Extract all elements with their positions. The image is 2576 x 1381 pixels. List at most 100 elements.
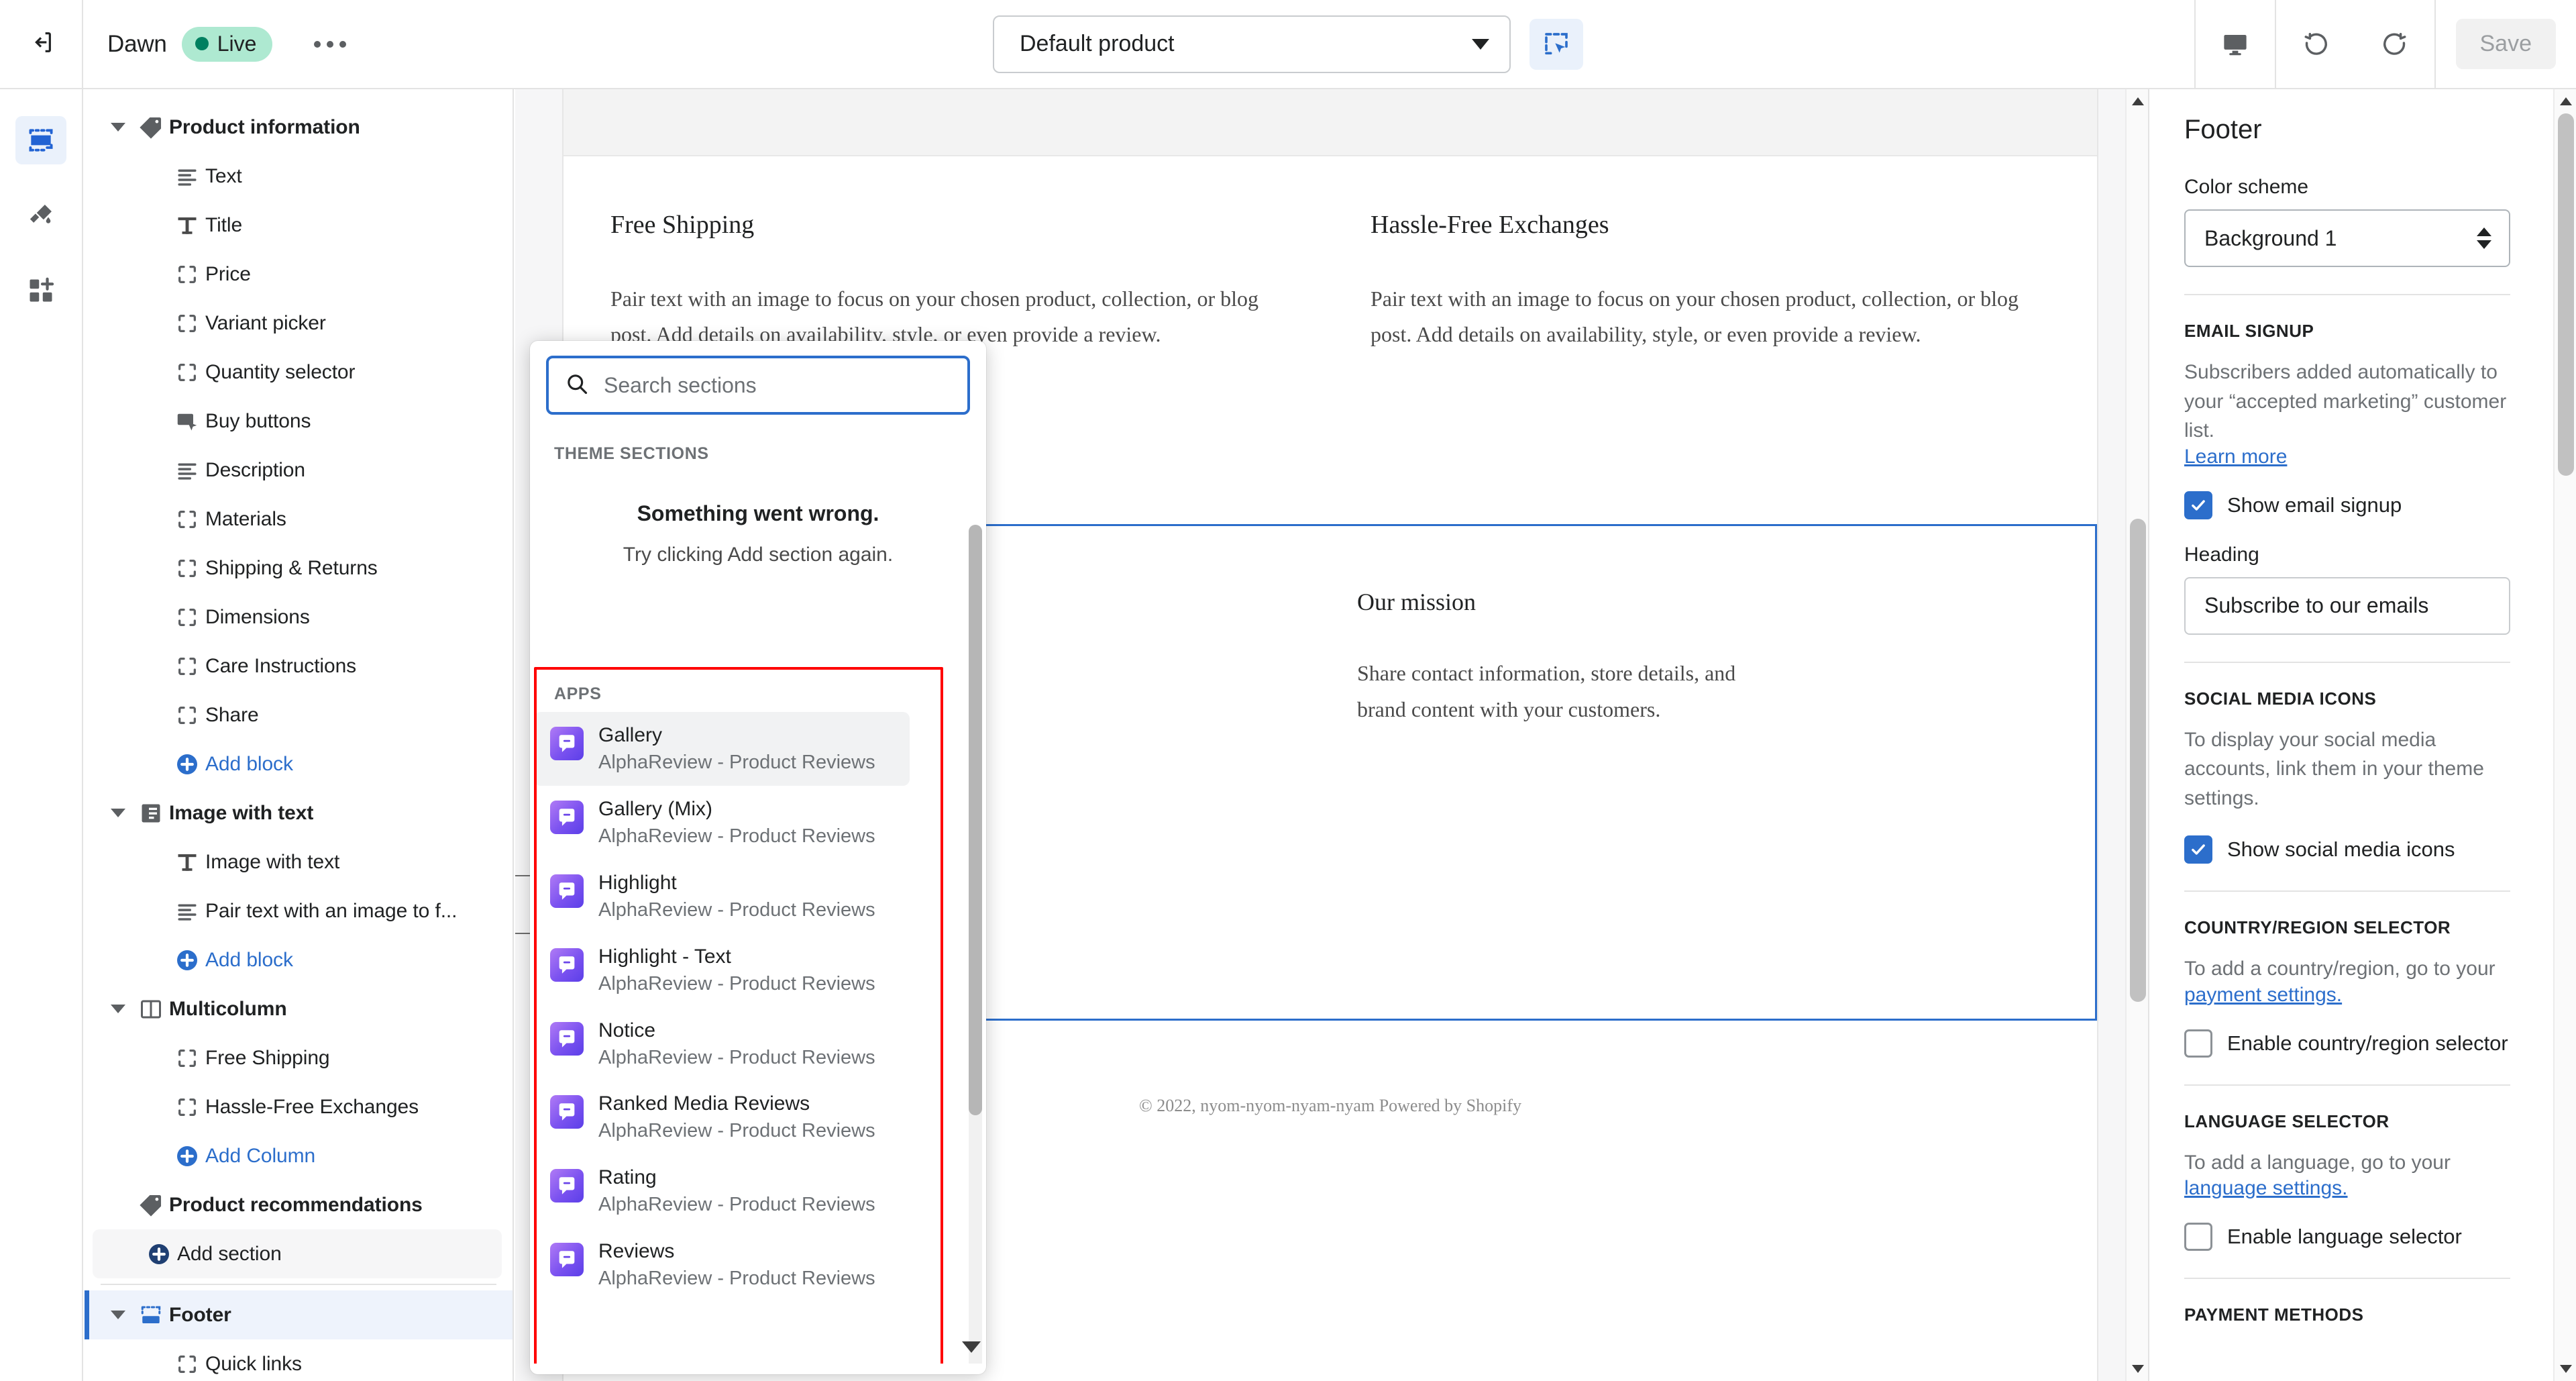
checkbox-label: Enable country/region selector <box>2227 1031 2508 1055</box>
enable-language-selector-checkbox[interactable]: Enable language selector <box>2184 1223 2510 1251</box>
popover-scroll-thumb[interactable] <box>969 525 982 1115</box>
sidebar-row-buy-buttons[interactable]: Buy buttons <box>85 397 513 446</box>
section-settings-panel: Footer Color scheme Background 1 EMAIL S… <box>2148 89 2576 1381</box>
sidebar-row-product-recommendations[interactable]: Product recommendations <box>85 1180 513 1229</box>
sidebar-row-hassle-free-exchanges[interactable]: Hassle-Free Exchanges <box>85 1082 513 1131</box>
sidebar-row-text[interactable]: Text <box>85 152 513 201</box>
sidebar-row-pair-text-with-an-image-to-f[interactable]: Pair text with an image to f... <box>85 886 513 935</box>
scroll-down-arrow-icon[interactable] <box>2127 1357 2148 1381</box>
learn-more-link[interactable]: Learn more <box>2184 446 2510 468</box>
editor-icon-rail <box>0 89 83 1381</box>
app-section-item[interactable]: Gallery AlphaReview - Product Reviews <box>534 712 910 786</box>
checkbox-label: Show social media icons <box>2227 837 2455 861</box>
placeholder-block-icon <box>169 508 205 531</box>
sidebar-row-price[interactable]: Price <box>85 250 513 299</box>
back-to-admin-button[interactable] <box>0 0 83 88</box>
sidebar-row-multicolumn[interactable]: Multicolumn <box>85 984 513 1033</box>
app-item-subtitle: AlphaReview - Product Reviews <box>598 972 875 994</box>
color-scheme-select[interactable]: Background 1 <box>2184 209 2510 267</box>
scroll-down-arrow-icon[interactable] <box>2555 1357 2576 1381</box>
sidebar-row-free-shipping[interactable]: Free Shipping <box>85 1033 513 1082</box>
undo-icon[interactable] <box>2276 0 2355 88</box>
heading-input[interactable]: Subscribe to our emails <box>2184 576 2510 635</box>
app-item-subtitle: AlphaReview - Product Reviews <box>598 899 875 921</box>
stepper-arrows-icon <box>2477 227 2491 249</box>
sidebar-row-description[interactable]: Description <box>85 446 513 495</box>
redo-icon[interactable] <box>2355 0 2434 88</box>
payment-settings-link[interactable]: payment settings. <box>2184 984 2510 1007</box>
sidebar-row-label: Add block <box>205 752 293 775</box>
placeholder-block-icon <box>169 1353 205 1376</box>
sidebar-row-add-section[interactable]: Add section <box>93 1229 502 1278</box>
disclosure-triangle-icon[interactable] <box>103 1311 133 1319</box>
settings-scrollbar[interactable] <box>2553 89 2576 1381</box>
top-bar: Dawn Live Default product Save <box>0 0 2576 89</box>
sidebar-row-add-block[interactable]: Add block <box>85 739 513 788</box>
sidebar-row-image-with-text[interactable]: Image with text <box>85 788 513 837</box>
search-sections-field[interactable] <box>546 356 970 415</box>
disclosure-triangle-icon[interactable] <box>103 1005 133 1013</box>
sidebar-row-dimensions[interactable]: Dimensions <box>85 593 513 642</box>
app-item-name: Gallery <box>598 724 663 746</box>
status-badge-label: Live <box>217 31 257 56</box>
placeholder-block-icon <box>169 704 205 727</box>
product-template-select[interactable]: Default product <box>993 15 1511 73</box>
save-button[interactable]: Save <box>2455 19 2556 69</box>
sidebar-row-footer[interactable]: Footer <box>85 1290 513 1339</box>
sidebar-row-add-column[interactable]: Add Column <box>85 1131 513 1180</box>
show-social-media-icons-checkbox[interactable]: Show social media icons <box>2184 835 2510 864</box>
app-section-item[interactable]: Highlight AlphaReview - Product Reviews <box>534 860 910 933</box>
scroll-up-arrow-icon[interactable] <box>2127 89 2148 113</box>
sidebar-row-label: Shipping & Returns <box>205 556 378 579</box>
settings-scroll-thumb[interactable] <box>2558 113 2574 476</box>
app-section-item[interactable]: Highlight - Text AlphaReview - Product Re… <box>534 933 910 1007</box>
sidebar-row-materials[interactable]: Materials <box>85 495 513 544</box>
sidebar-row-title[interactable]: Title <box>85 201 513 250</box>
sidebar-row-care-instructions[interactable]: Care Instructions <box>85 642 513 690</box>
app-item-subtitle: AlphaReview - Product Reviews <box>598 825 875 847</box>
app-section-item[interactable]: Gallery (Mix) AlphaReview - Product Revie… <box>534 786 910 860</box>
rail-theme-settings-paintbrush-icon[interactable] <box>15 191 66 240</box>
preview-scrollbar[interactable] <box>2125 89 2148 1381</box>
app-item-text: Ranked Media Reviews AlphaReview - Produc… <box>598 1092 875 1142</box>
language-settings-link[interactable]: language settings. <box>2184 1177 2510 1200</box>
text-lines-icon <box>169 164 205 189</box>
sidebar-row-variant-picker[interactable]: Variant picker <box>85 299 513 348</box>
rail-sections-icon[interactable] <box>15 116 66 164</box>
app-section-item[interactable]: Ranked Media Reviews AlphaReview - Produc… <box>534 1080 910 1154</box>
search-input[interactable] <box>604 372 951 398</box>
checkbox-checked-icon <box>2184 491 2212 519</box>
multicolumn-icon <box>133 997 169 1021</box>
desktop-icon[interactable] <box>2196 0 2275 88</box>
app-a-icon <box>550 1095 584 1129</box>
scroll-up-arrow-icon[interactable] <box>2555 89 2576 113</box>
sidebar-row-product-information[interactable]: Product information <box>85 103 513 152</box>
show-email-signup-checkbox[interactable]: Show email signup <box>2184 491 2510 519</box>
app-section-item[interactable]: Reviews AlphaReview - Product Reviews <box>534 1228 910 1302</box>
ellipsis-icon[interactable] <box>302 30 358 58</box>
sidebar-row-quantity-selector[interactable]: Quantity selector <box>85 348 513 397</box>
disclosure-triangle-icon[interactable] <box>103 123 133 132</box>
multicolumn-column: Hassle-Free Exchanges Pair text with an … <box>1330 210 2097 352</box>
app-item-subtitle: AlphaReview - Product Reviews <box>598 1268 875 1290</box>
enable-country-selector-checkbox[interactable]: Enable country/region selector <box>2184 1029 2510 1058</box>
rail-app-embeds-icon[interactable] <box>15 266 66 315</box>
theme-sections-heading: THEME SECTIONS <box>554 444 709 463</box>
app-item-name: Rating <box>598 1166 657 1189</box>
error-title: Something went wrong. <box>637 501 879 525</box>
sidebar-row-add-block[interactable]: Add block <box>85 935 513 984</box>
sidebar-row-image-with-text[interactable]: Image with text <box>85 837 513 886</box>
sidebar-row-label: Hassle-Free Exchanges <box>205 1095 419 1118</box>
inspector-select-icon[interactable] <box>1529 18 1583 70</box>
popover-scrollbar[interactable] <box>969 525 982 1364</box>
app-section-item[interactable]: Notice AlphaReview - Product Reviews <box>534 1007 910 1081</box>
placeholder-block-icon <box>169 312 205 335</box>
sidebar-row-shipping-returns[interactable]: Shipping & Returns <box>85 544 513 593</box>
sidebar-row-share[interactable]: Share <box>85 690 513 739</box>
sidebar-row-quick-links[interactable]: Quick links <box>85 1339 513 1381</box>
sidebar-row-label: Add section <box>177 1242 282 1265</box>
popover-scroll-down-arrow-icon[interactable] <box>962 1341 981 1353</box>
preview-scroll-thumb[interactable] <box>2130 519 2146 1002</box>
app-section-item[interactable]: Rating AlphaReview - Product Reviews <box>534 1154 910 1228</box>
disclosure-triangle-icon[interactable] <box>103 809 133 817</box>
